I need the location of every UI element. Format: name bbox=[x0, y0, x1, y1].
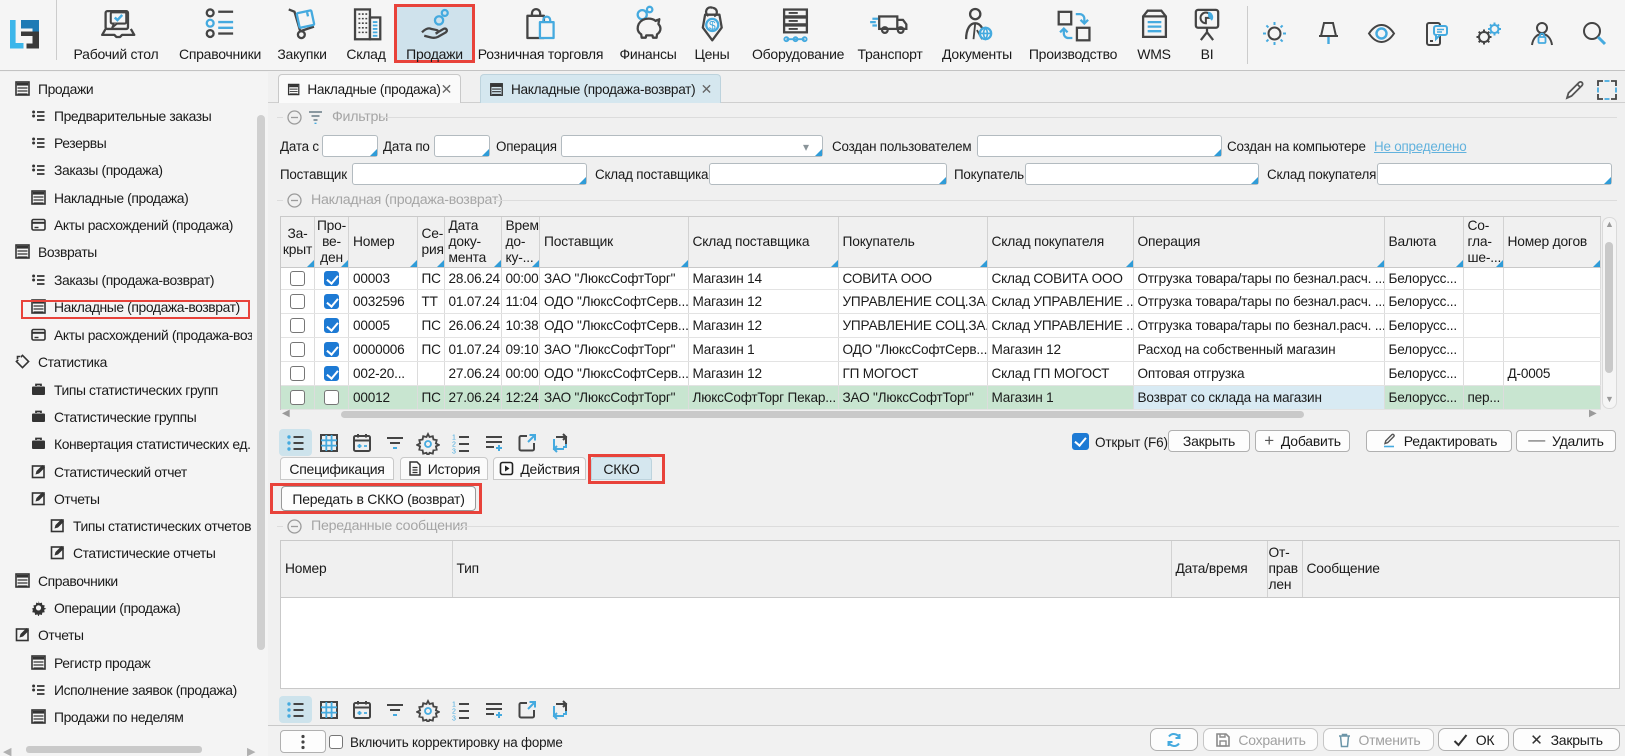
svg-text:3: 3 bbox=[452, 448, 456, 455]
svg-text:3: 3 bbox=[452, 715, 456, 722]
svg-text:1: 1 bbox=[452, 434, 456, 441]
svg-text:1: 1 bbox=[452, 701, 456, 708]
svg-text:$: $ bbox=[708, 18, 715, 32]
svg-text:2: 2 bbox=[452, 708, 456, 715]
svg-text:2: 2 bbox=[452, 441, 456, 448]
